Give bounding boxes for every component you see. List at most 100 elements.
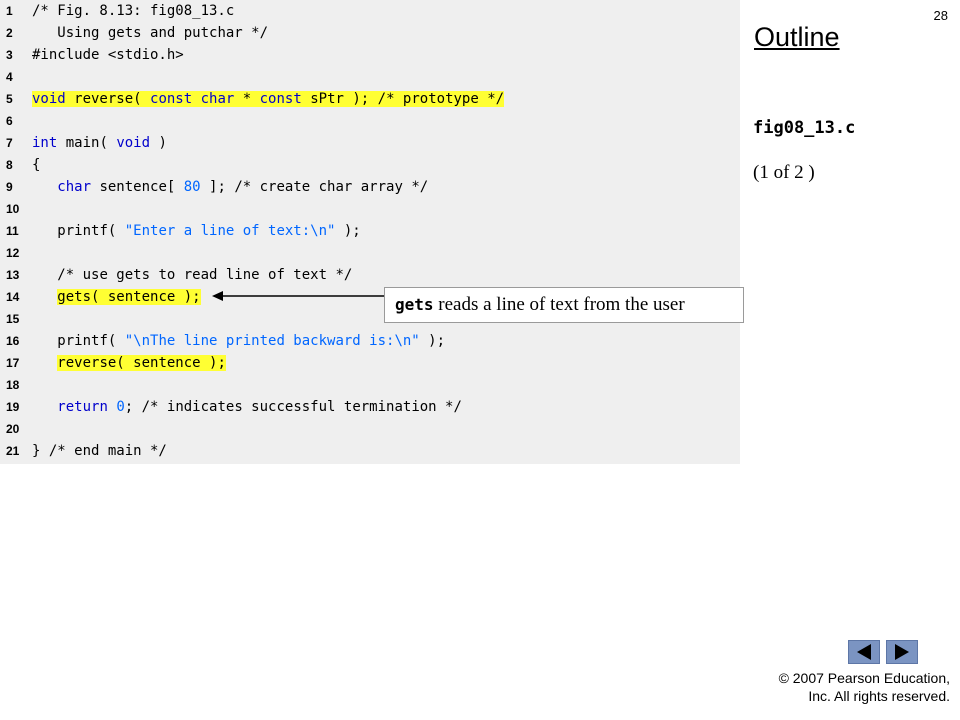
line-number: 9 xyxy=(6,180,13,194)
code-token: ; xyxy=(124,399,142,415)
line-number: 2 xyxy=(6,26,13,40)
code-line: 20 xyxy=(0,418,740,440)
callout-box: gets reads a line of text from the user xyxy=(384,287,744,323)
code-token: printf( xyxy=(57,333,125,349)
code-token: char xyxy=(57,179,92,195)
code-token: const xyxy=(150,91,193,107)
code-token: 80 xyxy=(183,179,201,195)
code-token: sPtr ); xyxy=(301,91,378,107)
code-text: { xyxy=(32,154,40,176)
code-token: * xyxy=(234,91,260,107)
code-listing-panel: 1 /* Fig. 8.13: fig08_13.c 2 Using gets an… xyxy=(0,0,740,464)
code-line: 19 return 0; /* indicates successful ter… xyxy=(0,396,740,418)
code-line: 16 printf( "\nThe line printed backward … xyxy=(0,330,740,352)
code-text: reverse( sentence ); xyxy=(32,352,226,374)
line-number: 7 xyxy=(6,136,13,150)
line-number: 8 xyxy=(6,158,13,172)
code-line: 11 printf( "Enter a line of text:\n" ); xyxy=(0,220,740,242)
triangle-left-icon xyxy=(857,644,871,660)
code-line: 10 xyxy=(0,198,740,220)
highlighted-code: reverse( sentence ); xyxy=(57,355,226,371)
code-line: 17 reverse( sentence ); xyxy=(0,352,740,374)
code-token: "Enter a line of text:\n" xyxy=(124,223,336,239)
code-token: gets( sentence ); xyxy=(57,289,201,305)
code-token: /* create char array */ xyxy=(234,179,429,195)
code-text: Using gets and putchar */ xyxy=(32,22,268,44)
line-number: 12 xyxy=(6,246,20,260)
line-number: 6 xyxy=(6,114,13,128)
code-token: "\nThe line printed backward is:\n" xyxy=(124,333,420,349)
code-text: printf( "\nThe line printed backward is:… xyxy=(32,330,445,352)
code-line: 1 /* Fig. 8.13: fig08_13.c xyxy=(0,0,740,22)
code-text: /* use gets to read line of text */ xyxy=(32,264,352,286)
code-token: ) xyxy=(150,135,167,151)
line-number: 18 xyxy=(6,378,20,392)
code-text: printf( "Enter a line of text:\n" ); xyxy=(32,220,360,242)
code-text: gets( sentence ); xyxy=(32,286,201,308)
line-number: 13 xyxy=(6,268,20,282)
copyright-line-1: © 2007 Pearson Education, xyxy=(778,670,950,686)
code-text: int main( void ) xyxy=(32,132,167,154)
outline-part-indicator: (1 of 2 ) xyxy=(753,162,815,183)
code-token: Using gets and putchar */ xyxy=(57,25,269,41)
code-token: char xyxy=(200,91,235,107)
copyright-line-2: Inc. All rights reserved. xyxy=(808,688,950,704)
code-line: 4 xyxy=(0,66,740,88)
code-text: } /* end main */ xyxy=(32,440,167,462)
line-number: 1 xyxy=(6,4,13,18)
code-line: 21 } /* end main */ xyxy=(0,440,740,462)
code-token: /* Fig. 8.13: fig08_13.c xyxy=(32,3,235,19)
code-token: reverse( sentence ); xyxy=(57,355,226,371)
line-number: 20 xyxy=(6,422,20,436)
next-slide-button[interactable] xyxy=(886,640,918,664)
code-token: sentence[ xyxy=(91,179,184,195)
code-line: 7 int main( void ) xyxy=(0,132,740,154)
code-token: void xyxy=(116,135,151,151)
callout-text: reads a line of text from the user xyxy=(433,294,685,315)
code-text: #include <stdio.h> xyxy=(32,44,184,66)
code-token: { xyxy=(32,157,41,173)
code-token: #include <stdio.h> xyxy=(32,47,184,63)
code-line: 5 void reverse( const char * const sPtr )… xyxy=(0,88,740,110)
code-line: 13 /* use gets to read line of text */ xyxy=(0,264,740,286)
code-token: /* use gets to read line of text */ xyxy=(57,267,353,283)
code-line: 3 #include <stdio.h> xyxy=(0,44,740,66)
highlighted-code: void reverse( const char * const sPtr );… xyxy=(32,91,505,107)
line-number: 5 xyxy=(6,92,13,106)
highlighted-code: gets( sentence ); xyxy=(57,289,201,305)
line-number: 16 xyxy=(6,334,20,348)
code-text: return 0; /* indicates successful termin… xyxy=(32,396,462,418)
code-line: 8{ xyxy=(0,154,740,176)
code-token: ); xyxy=(419,333,446,349)
outline-file-name: fig08_13.c xyxy=(753,118,856,138)
code-token: printf( xyxy=(57,223,125,239)
line-number: 19 xyxy=(6,400,20,414)
code-token: main( xyxy=(57,135,117,151)
line-number: 14 xyxy=(6,290,20,304)
code-token: return xyxy=(57,399,108,415)
line-number: 11 xyxy=(6,224,19,238)
triangle-right-icon xyxy=(895,644,909,660)
code-token: 0 xyxy=(116,399,125,415)
code-token: void xyxy=(32,91,66,107)
outline-title[interactable]: Outline xyxy=(754,22,840,53)
code-line: 9 char sentence[ 80 ]; /* create char ar… xyxy=(0,176,740,198)
code-token: ]; xyxy=(200,179,235,195)
code-token: const xyxy=(259,91,302,107)
previous-slide-button[interactable] xyxy=(848,640,880,664)
line-number: 15 xyxy=(6,312,20,326)
callout-arrow xyxy=(212,291,386,301)
code-line: 2 Using gets and putchar */ xyxy=(0,22,740,44)
line-number: 10 xyxy=(6,202,20,216)
code-text: /* Fig. 8.13: fig08_13.c xyxy=(32,0,234,22)
slide-page-number: 28 xyxy=(933,8,948,23)
code-line: 6 xyxy=(0,110,740,132)
code-token: /* indicates successful termination */ xyxy=(141,399,462,415)
code-token: } xyxy=(32,443,49,459)
line-number: 21 xyxy=(6,444,20,458)
line-number: 4 xyxy=(6,70,13,84)
code-token: int xyxy=(32,135,58,151)
copyright-notice: © 2007 Pearson Education, Inc. All right… xyxy=(779,669,950,705)
callout-code-word: gets xyxy=(395,295,434,314)
